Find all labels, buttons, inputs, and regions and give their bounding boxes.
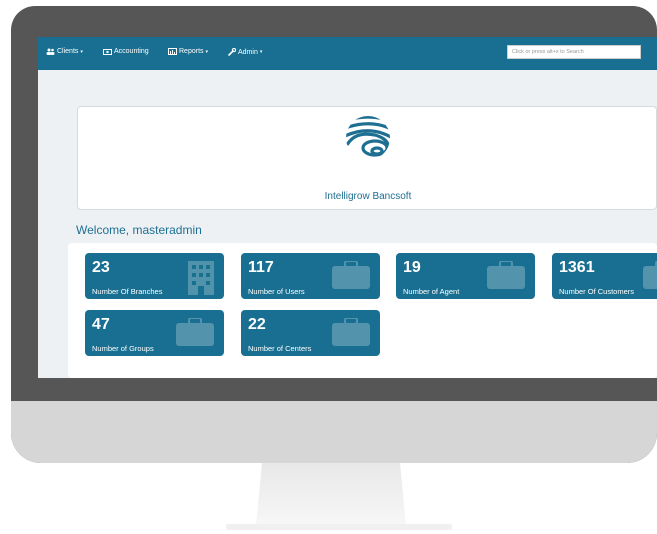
briefcase-icon bbox=[643, 261, 657, 289]
stat-tile-customers[interactable]: 1361 Number Of Customers bbox=[552, 253, 657, 299]
monitor-stand bbox=[256, 463, 406, 525]
caret-icon: ▾ bbox=[259, 49, 263, 55]
monitor-bezel: Clients ▾ Accounting Reports ▾ Admin ▾ Clic… bbox=[11, 6, 657, 463]
stat-value: 1361 bbox=[559, 259, 595, 276]
stat-label: Number Of Branches bbox=[92, 287, 163, 296]
welcome-message: Welcome, masteradmin bbox=[76, 223, 202, 237]
stat-tile-groups[interactable]: 47 Number of Groups bbox=[85, 310, 224, 356]
wrench-icon bbox=[228, 48, 236, 56]
brand-name: Intelligrow Bancsoft bbox=[324, 191, 412, 202]
caret-icon: ▾ bbox=[80, 48, 83, 55]
stat-label: Number of Agent bbox=[403, 287, 460, 296]
building-icon bbox=[188, 261, 214, 295]
users-icon bbox=[46, 48, 55, 55]
nav-accounting-label: Accounting bbox=[114, 48, 149, 55]
nav-clients-label: Clients bbox=[57, 48, 79, 55]
stat-value: 22 bbox=[248, 316, 266, 333]
intelligrow-logo bbox=[346, 116, 390, 157]
briefcase-icon bbox=[176, 318, 214, 346]
nav-accounting[interactable]: Accounting bbox=[103, 48, 149, 55]
monitor-base bbox=[226, 524, 452, 530]
app-screen: Clients ▾ Accounting Reports ▾ Admin ▾ Clic… bbox=[38, 37, 657, 378]
briefcase-icon bbox=[332, 318, 370, 346]
money-icon bbox=[103, 48, 112, 55]
nav-admin[interactable]: Admin ▾ bbox=[228, 48, 262, 56]
caret-icon: ▾ bbox=[205, 48, 209, 55]
briefcase-icon bbox=[332, 261, 370, 289]
stat-tile-agents[interactable]: 19 Number of Agent bbox=[396, 253, 535, 299]
stat-label: Number Of Customers bbox=[559, 287, 635, 296]
nav-reports[interactable]: Reports ▾ bbox=[168, 48, 208, 55]
search-input[interactable]: Click or press alt+x to Search bbox=[507, 45, 641, 59]
stat-value: 23 bbox=[92, 259, 110, 276]
stat-value: 19 bbox=[403, 259, 421, 276]
stat-tile-users[interactable]: 117 Number of Users bbox=[241, 253, 380, 299]
chart-icon bbox=[168, 48, 177, 55]
stat-tile-centers[interactable]: 22 Number of Centers bbox=[241, 310, 380, 356]
stats-panel: 23 Number Of Branches 117 Number of User… bbox=[68, 243, 657, 378]
stat-label: Number of Groups bbox=[92, 344, 154, 353]
top-navbar: Clients ▾ Accounting Reports ▾ Admin ▾ Clic… bbox=[38, 37, 657, 70]
monitor-chin bbox=[11, 401, 657, 463]
stat-label: Number of Centers bbox=[248, 344, 312, 353]
stat-label: Number of Users bbox=[248, 287, 305, 296]
logo-panel: Intelligrow Bancsoft bbox=[77, 106, 657, 210]
briefcase-icon bbox=[487, 261, 525, 289]
stat-tile-branches[interactable]: 23 Number Of Branches bbox=[85, 253, 224, 299]
stat-value: 47 bbox=[92, 316, 110, 333]
nav-reports-label: Reports bbox=[179, 48, 204, 55]
nav-clients[interactable]: Clients ▾ bbox=[46, 48, 83, 55]
nav-admin-label: Admin bbox=[238, 48, 258, 56]
stat-value: 117 bbox=[248, 259, 274, 276]
